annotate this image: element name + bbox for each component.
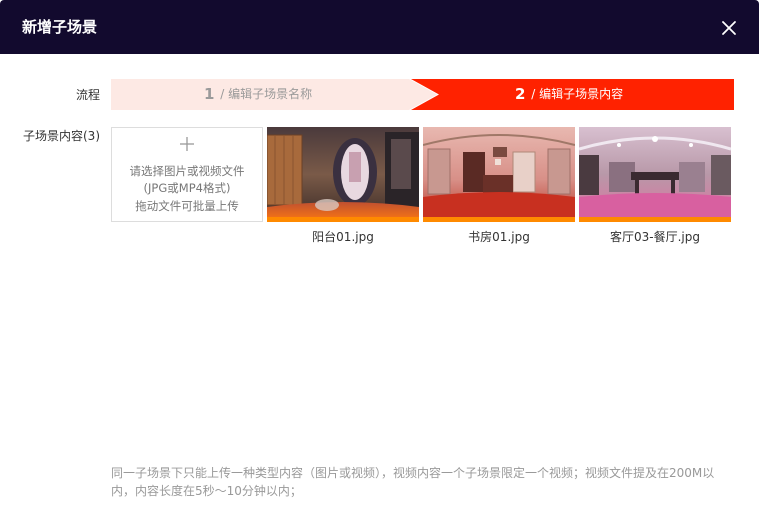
scene-thumbnail-study[interactable] bbox=[423, 127, 575, 222]
content-label: 子场景内容(3) bbox=[23, 129, 100, 143]
flow-label: 流程 bbox=[75, 88, 100, 102]
step-2[interactable]: 2 / 编辑子场景内容 bbox=[515, 86, 623, 103]
step-progress: 1 / 编辑子场景名称 2 / 编辑子场景内容 bbox=[111, 79, 734, 110]
close-icon bbox=[722, 21, 736, 35]
plus-icon bbox=[180, 137, 194, 151]
panorama-image bbox=[423, 127, 575, 222]
upload-hint-line-1: 请选择图片或视频文件 bbox=[129, 164, 245, 178]
step-1[interactable]: 1 / 编辑子场景名称 bbox=[204, 86, 312, 103]
step-2-label: / 编辑子场景内容 bbox=[531, 87, 624, 101]
dialog-title: 新增子场景 bbox=[22, 18, 98, 36]
panorama-image bbox=[267, 127, 419, 222]
add-sub-scene-dialog: 新增子场景 流程 1 / 编辑子场景名称 2 / 编辑子场景内容 子场景内容(3… bbox=[0, 0, 759, 525]
scene-name-3: 客厅03-餐厅.jpg bbox=[610, 230, 700, 244]
scene-thumbnail-balcony[interactable] bbox=[267, 127, 419, 222]
upload-dropzone[interactable]: 请选择图片或视频文件 (JPG或MP4格式) 拖动文件可批量上传 bbox=[111, 127, 263, 222]
scene-name-1: 阳台01.jpg bbox=[312, 230, 374, 244]
scene-thumbnail-living-room[interactable] bbox=[579, 127, 731, 222]
step-1-label: / 编辑子场景名称 bbox=[220, 87, 313, 101]
scene-name-2: 书房01.jpg bbox=[468, 230, 530, 244]
step-1-number: 1 bbox=[204, 85, 215, 103]
upload-hint-line-2: (JPG或MP4格式) bbox=[143, 181, 231, 195]
upload-hint-line-3: 拖动文件可批量上传 bbox=[135, 199, 239, 213]
panorama-image bbox=[579, 127, 731, 222]
dialog-header: 新增子场景 bbox=[0, 0, 759, 54]
step-2-number: 2 bbox=[515, 85, 526, 103]
upload-rules-note: 同一子场景下只能上传一种类型内容（图片或视频），视频内容一个子场景限定一个视频；… bbox=[111, 466, 715, 498]
close-button[interactable] bbox=[718, 17, 740, 39]
